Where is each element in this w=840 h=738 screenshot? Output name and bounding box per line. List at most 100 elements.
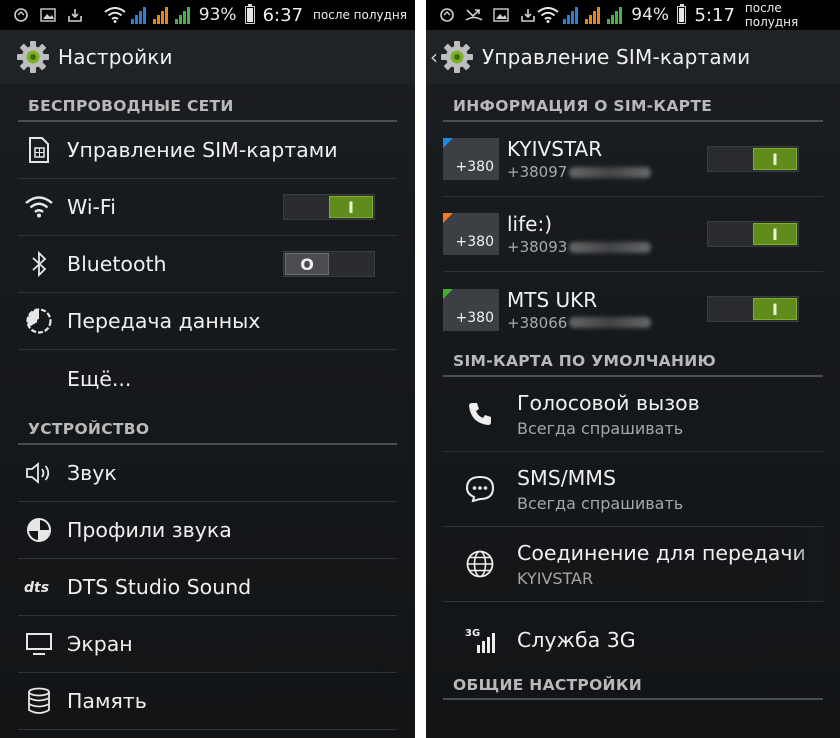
download-icon xyxy=(519,6,537,24)
sim-2-toggle[interactable]: I xyxy=(707,221,799,247)
section-header-sim-info: ИНФОРМАЦИЯ О SIM-КАРТЕ xyxy=(443,84,823,122)
bluetooth-icon xyxy=(24,249,54,279)
default-voice-call[interactable]: Голосовой вызов Всегда спрашивать xyxy=(443,377,823,452)
sim-item-2[interactable]: +380 life:) +38093 I xyxy=(443,197,823,272)
battery-icon xyxy=(244,4,255,24)
signal-sim2-icon xyxy=(152,6,168,24)
settings-item-sim-management[interactable]: Управление SIM-картами xyxy=(18,122,397,179)
toggle-knob: I xyxy=(753,148,797,170)
back-chevron-icon[interactable]: ‹ xyxy=(430,45,438,69)
settings-item-wifi[interactable]: Wi-Fi I xyxy=(18,179,397,236)
sync-icon xyxy=(438,6,456,24)
settings-item-bluetooth[interactable]: Bluetooth O xyxy=(18,236,397,293)
default-item-title: Служба 3G xyxy=(517,628,636,652)
toggle-knob: I xyxy=(329,196,373,218)
globe-icon xyxy=(463,547,497,581)
sim-3-toggle[interactable]: I xyxy=(707,296,799,322)
default-item-title: Голосовой вызов xyxy=(517,390,700,415)
sim-country-code: +380 xyxy=(455,159,494,175)
settings-item-label: Экран xyxy=(67,632,133,656)
settings-item-display[interactable]: Экран xyxy=(18,616,397,673)
default-sms-mms[interactable]: SMS/MMS Всегда спрашивать xyxy=(443,452,823,527)
settings-gear-icon[interactable] xyxy=(440,40,474,74)
phone-icon xyxy=(463,397,497,431)
signal-sim2-icon xyxy=(585,6,601,24)
sim-operator-name: life:) xyxy=(507,212,552,236)
redacted-number xyxy=(569,241,652,253)
status-bar: 93% 6:37 после полудня xyxy=(0,0,415,30)
toggle-knob: I xyxy=(753,223,797,245)
sim-item-3[interactable]: +380 MTS UKR +38066 I xyxy=(443,272,823,347)
settings-screen: 93% 6:37 после полудня Настройки БЕСПРОВ… xyxy=(0,0,415,738)
sim-card-icon xyxy=(24,135,54,165)
sim-number: +38066 xyxy=(507,313,652,332)
sim-number-prefix: +38097 xyxy=(507,163,568,181)
download-icon xyxy=(66,6,84,24)
settings-item-storage[interactable]: Память xyxy=(18,673,397,730)
section-header-default-sim: SIM-КАРТА ПО УМОЛЧАНИЮ xyxy=(443,347,823,377)
display-icon xyxy=(24,629,54,659)
status-bar: 94% 5:17 после полудня xyxy=(426,0,840,30)
clock-time: 6:37 xyxy=(262,4,304,26)
sim-badge: +380 xyxy=(443,288,499,331)
battery-icon xyxy=(677,4,687,24)
toggle-knob: I xyxy=(753,298,797,320)
signal-3g-text: 3G xyxy=(465,628,480,639)
settings-item-label: Профили звука xyxy=(67,518,232,542)
settings-item-sound-profiles[interactable]: Профили звука xyxy=(18,502,397,559)
section-header-general: ОБЩИЕ НАСТРОЙКИ xyxy=(443,676,823,700)
settings-item-label: Управление SIM-картами xyxy=(67,138,338,162)
signal-sim3-icon xyxy=(607,6,623,24)
toggle-knob: O xyxy=(285,253,329,275)
sim-1-toggle[interactable]: I xyxy=(707,146,799,172)
sim-operator-name: KYIVSTAR xyxy=(507,137,603,161)
settings-item-label: Wi-Fi xyxy=(67,195,116,219)
signal-sim3-icon xyxy=(174,6,190,24)
settings-item-sound[interactable]: Звук xyxy=(18,445,397,502)
page-title: Управление SIM-картами xyxy=(482,45,751,69)
sim-operator-name: MTS UKR xyxy=(507,287,598,312)
settings-item-label: Звук xyxy=(67,461,117,485)
default-item-value: KYIVSTAR xyxy=(517,568,594,588)
section-header-device: УСТРОЙСТВО xyxy=(18,407,397,445)
sim-number: +38097 xyxy=(507,163,652,181)
missed-call-icon xyxy=(465,6,483,24)
service-3g[interactable]: 3G Служба 3G xyxy=(443,602,823,678)
wifi-toggle[interactable]: I xyxy=(283,194,375,220)
signal-sim1-icon xyxy=(130,6,146,24)
speaker-icon xyxy=(24,458,54,488)
wifi-signal-icon xyxy=(103,6,127,24)
sim-number: +38093 xyxy=(507,238,652,256)
settings-item-dts[interactable]: dts DTS Studio Sound xyxy=(18,559,397,616)
default-item-value: Всегда спрашивать xyxy=(517,418,684,438)
settings-item-label: Bluetooth xyxy=(67,252,167,276)
settings-item-label: Память xyxy=(67,689,147,713)
settings-item-label: Ещё... xyxy=(67,366,132,391)
clock-ampm: после полудня xyxy=(313,8,407,22)
default-data-connection[interactable]: Соединение для передачи KYIVSTAR xyxy=(443,527,823,602)
redacted-number xyxy=(569,317,652,328)
data-usage-icon xyxy=(24,306,54,336)
sim-badge: +380 xyxy=(443,138,499,180)
sim-country-code: +380 xyxy=(455,309,494,326)
sim-badge: +380 xyxy=(443,213,499,255)
action-bar[interactable]: ‹ Управление SIM-картами xyxy=(426,30,840,84)
action-bar: Настройки xyxy=(0,30,415,84)
dts-logo-icon: dts xyxy=(24,572,54,602)
settings-item-label: Передача данных xyxy=(67,309,261,333)
sim-item-1[interactable]: +380 KYIVSTAR +38097 I xyxy=(443,122,823,197)
settings-item-more[interactable]: Ещё... xyxy=(18,350,397,407)
wifi-signal-icon xyxy=(537,6,559,24)
sound-profiles-icon xyxy=(24,515,54,545)
settings-gear-icon[interactable] xyxy=(16,40,50,74)
default-item-title: Соединение для передачи xyxy=(517,540,806,565)
sim-country-code: +380 xyxy=(455,234,494,250)
settings-item-data-usage[interactable]: Передача данных xyxy=(18,293,397,350)
signal-3g-icon: 3G xyxy=(463,623,497,657)
section-header-wireless: БЕСПРОВОДНЫЕ СЕТИ xyxy=(18,84,397,122)
page-title: Настройки xyxy=(58,45,173,69)
sim-number-prefix: +38066 xyxy=(507,313,568,332)
bluetooth-toggle[interactable]: O xyxy=(283,251,375,277)
sync-icon xyxy=(12,6,30,24)
svg-text:dts: dts xyxy=(24,580,49,595)
